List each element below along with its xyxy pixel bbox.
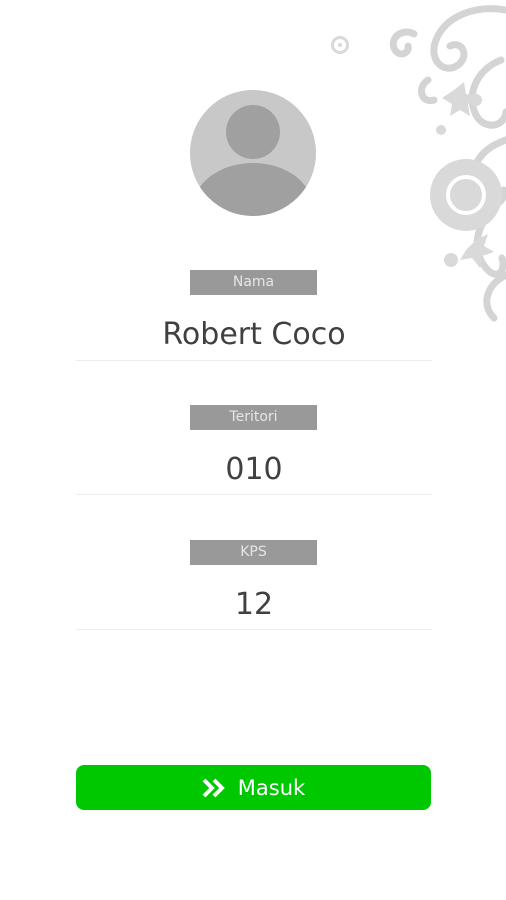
kps-label: KPS [190, 540, 317, 565]
double-chevron-right-icon [202, 778, 226, 798]
login-button-label: Masuk [237, 775, 306, 800]
name-divider [76, 360, 432, 361]
floral-ornament-decoration [331, 5, 506, 322]
territory-label: Teritori [190, 405, 317, 430]
name-value: Robert Coco [162, 317, 346, 352]
user-avatar-icon [190, 90, 316, 216]
kps-value: 12 [234, 587, 274, 622]
territory-value: 010 [225, 452, 283, 487]
name-label: Nama [190, 270, 317, 295]
territory-divider [76, 494, 432, 495]
kps-divider [76, 629, 432, 630]
login-button[interactable]: Masuk [76, 765, 431, 810]
